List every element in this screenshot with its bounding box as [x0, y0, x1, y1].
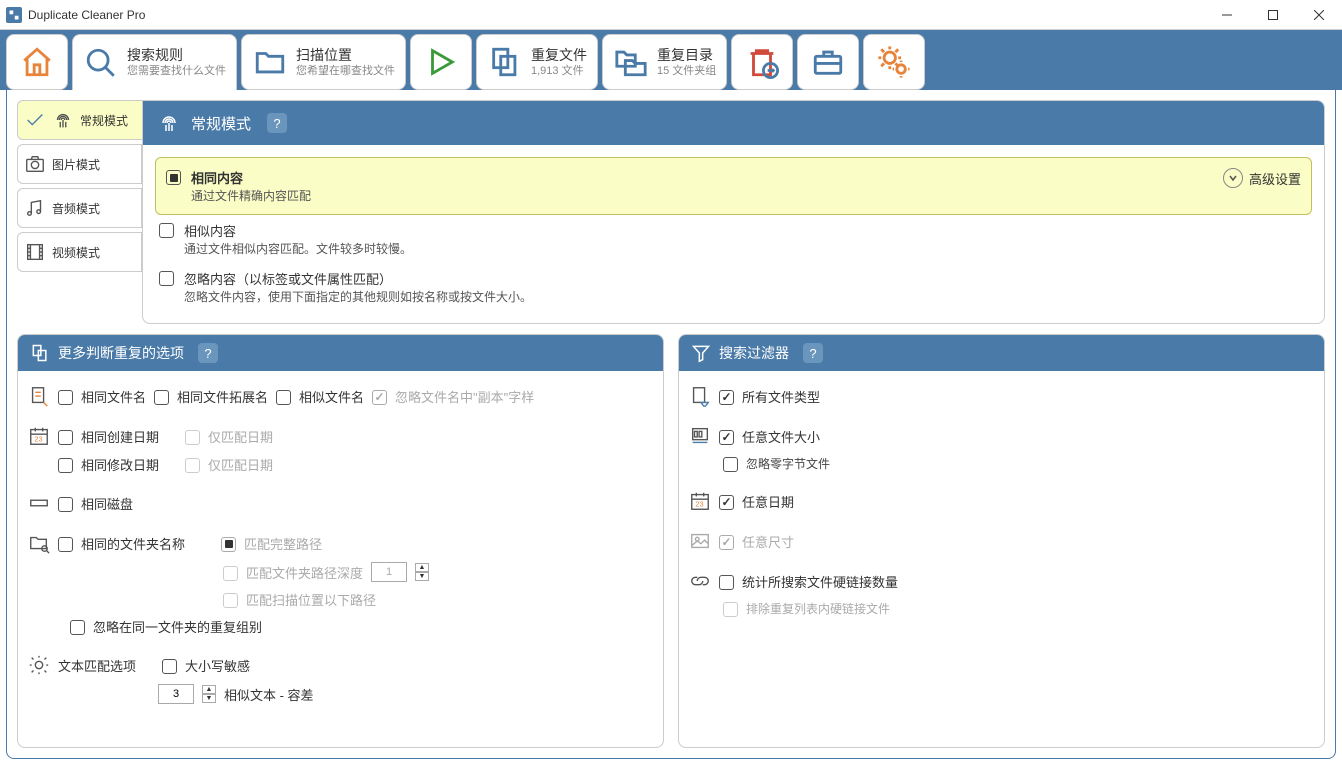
play-icon — [423, 44, 459, 80]
help-button[interactable]: ? — [803, 343, 823, 363]
advanced-settings-toggle[interactable]: 高级设置 — [1223, 168, 1301, 188]
search-icon — [83, 45, 119, 81]
disk-icon — [28, 492, 50, 514]
checkbox-same-ext[interactable] — [154, 390, 169, 405]
mode-tab-regular[interactable]: 常规模式 — [17, 100, 142, 140]
checkbox-any-size[interactable] — [719, 430, 734, 445]
filters-header: 搜索过滤器 ? — [679, 335, 1324, 371]
folder-icon — [252, 44, 288, 80]
filters-panel: 搜索过滤器 ? 所有文件类型 任意文件大小 忽略零字节文件 — [678, 334, 1325, 748]
checkbox-all-types[interactable] — [719, 390, 734, 405]
checkbox-same-name[interactable] — [58, 390, 73, 405]
calendar-icon: 23 — [28, 425, 50, 447]
checkbox-count-hardlinks[interactable] — [719, 575, 734, 590]
checkbox-exclude-hardlinks[interactable] — [723, 602, 738, 617]
tolerance-spinner[interactable]: ▲▼ — [202, 685, 216, 703]
checkbox-match-full-path[interactable] — [221, 537, 236, 552]
app-icon — [6, 7, 22, 23]
mode-panel-header: 常规模式 ? — [143, 101, 1324, 145]
option-similar-content[interactable]: 相似内容 通过文件相似内容匹配。文件较多时较慢。 — [155, 215, 1312, 263]
main-toolbar: 搜索规则 您需要查找什么文件 扫描位置 您希望在哪查找文件 重复文件 1,913… — [0, 30, 1342, 90]
app-title: Duplicate Cleaner Pro — [28, 8, 145, 22]
trash-icon — [744, 44, 780, 80]
content-area: 常规模式 图片模式 音频模式 视频模式 常规模式 ? — [6, 90, 1336, 759]
remove-button[interactable] — [731, 34, 793, 90]
folder-depth-spinner[interactable]: ▲▼ — [415, 563, 429, 581]
help-button[interactable]: ? — [198, 343, 218, 363]
help-button[interactable]: ? — [267, 113, 287, 133]
briefcase-icon — [810, 44, 846, 80]
checkbox-same-folder-name[interactable] — [58, 537, 73, 552]
checkbox-ignore-zero[interactable] — [723, 457, 738, 472]
filename-icon — [28, 385, 50, 407]
checkbox-similar-content[interactable] — [159, 223, 174, 238]
files-icon — [30, 343, 50, 363]
checkbox-same-created[interactable] — [58, 430, 73, 445]
duplicate-dirs-tab[interactable]: 重复目录 15 文件夹组 — [602, 34, 727, 90]
close-button[interactable] — [1296, 0, 1342, 30]
home-icon — [19, 44, 55, 80]
mode-tab-audio[interactable]: 音频模式 — [17, 188, 142, 228]
scan-now-button[interactable] — [410, 34, 472, 90]
folder-depth-input[interactable] — [371, 562, 407, 582]
fingerprint-icon — [157, 111, 181, 135]
folders-icon — [613, 44, 649, 80]
settings-button[interactable] — [863, 34, 925, 90]
checkbox-date-only-modified[interactable] — [185, 458, 200, 473]
toolbox-button[interactable] — [797, 34, 859, 90]
checkbox-match-folder-depth[interactable] — [223, 566, 238, 581]
music-icon — [24, 197, 46, 219]
svg-text:23: 23 — [695, 500, 703, 509]
minimize-button[interactable] — [1204, 0, 1250, 30]
maximize-button[interactable] — [1250, 0, 1296, 30]
calendar-icon: 23 — [689, 490, 711, 512]
checkbox-case-sensitive[interactable] — [162, 659, 177, 674]
svg-text:23: 23 — [34, 435, 42, 444]
mode-tab-image[interactable]: 图片模式 — [17, 144, 142, 184]
mode-panel: 常规模式 ? 相同内容 通过文件精确内容匹配 高级设置 — [142, 100, 1325, 324]
more-options-panel: 更多判断重复的选项 ? 相同文件名 相同文件拓展名 相似文件名 忽略文件名中"副… — [17, 334, 664, 748]
checkbox-same-disk[interactable] — [58, 497, 73, 512]
gear-icon — [876, 44, 912, 80]
checkbox-any-dim[interactable] — [719, 535, 734, 550]
checkbox-similar-name[interactable] — [276, 390, 291, 405]
fingerprint-icon — [52, 109, 74, 131]
title-bar: Duplicate Cleaner Pro — [0, 0, 1342, 30]
file-filter-icon — [689, 385, 711, 407]
link-icon — [689, 570, 711, 592]
mode-section: 常规模式 图片模式 音频模式 视频模式 常规模式 ? — [17, 100, 1325, 324]
checkbox-ignore-same-folder-groups[interactable] — [70, 620, 85, 635]
option-ignore-content[interactable]: 忽略内容（以标签或文件属性匹配） 忽略文件内容，使用下面指定的其他规则如按名称或… — [155, 263, 1312, 311]
checkbox-any-date[interactable] — [719, 495, 734, 510]
checkbox-match-below-scan[interactable] — [223, 593, 238, 608]
tolerance-input[interactable] — [158, 684, 194, 704]
option-same-content[interactable]: 相同内容 通过文件精确内容匹配 高级设置 — [155, 157, 1312, 215]
folder-search-icon — [28, 532, 50, 554]
search-rules-tab[interactable]: 搜索规则 您需要查找什么文件 — [72, 34, 237, 90]
checkbox-ignore-copy[interactable] — [372, 390, 387, 405]
files-icon — [487, 44, 523, 80]
size-icon — [689, 425, 711, 447]
checkbox-ignore-content[interactable] — [159, 271, 174, 286]
more-options-header: 更多判断重复的选项 ? — [18, 335, 663, 371]
checkbox-date-only-created[interactable] — [185, 430, 200, 445]
chevron-down-icon — [1223, 168, 1243, 188]
checkbox-same-content[interactable] — [166, 170, 181, 185]
window-controls — [1204, 0, 1342, 30]
gear-icon — [28, 654, 50, 676]
camera-icon — [24, 153, 46, 175]
mode-tabs: 常规模式 图片模式 音频模式 视频模式 — [17, 100, 142, 324]
checkbox-same-modified[interactable] — [58, 458, 73, 473]
image-icon — [689, 530, 711, 552]
mode-tab-video[interactable]: 视频模式 — [17, 232, 142, 272]
home-button[interactable] — [6, 34, 68, 90]
funnel-icon — [691, 343, 711, 363]
lower-section: 更多判断重复的选项 ? 相同文件名 相同文件拓展名 相似文件名 忽略文件名中"副… — [17, 334, 1325, 748]
scan-location-tab[interactable]: 扫描位置 您希望在哪查找文件 — [241, 34, 406, 90]
duplicate-files-tab[interactable]: 重复文件 1,913 文件 — [476, 34, 598, 90]
film-icon — [24, 241, 46, 263]
